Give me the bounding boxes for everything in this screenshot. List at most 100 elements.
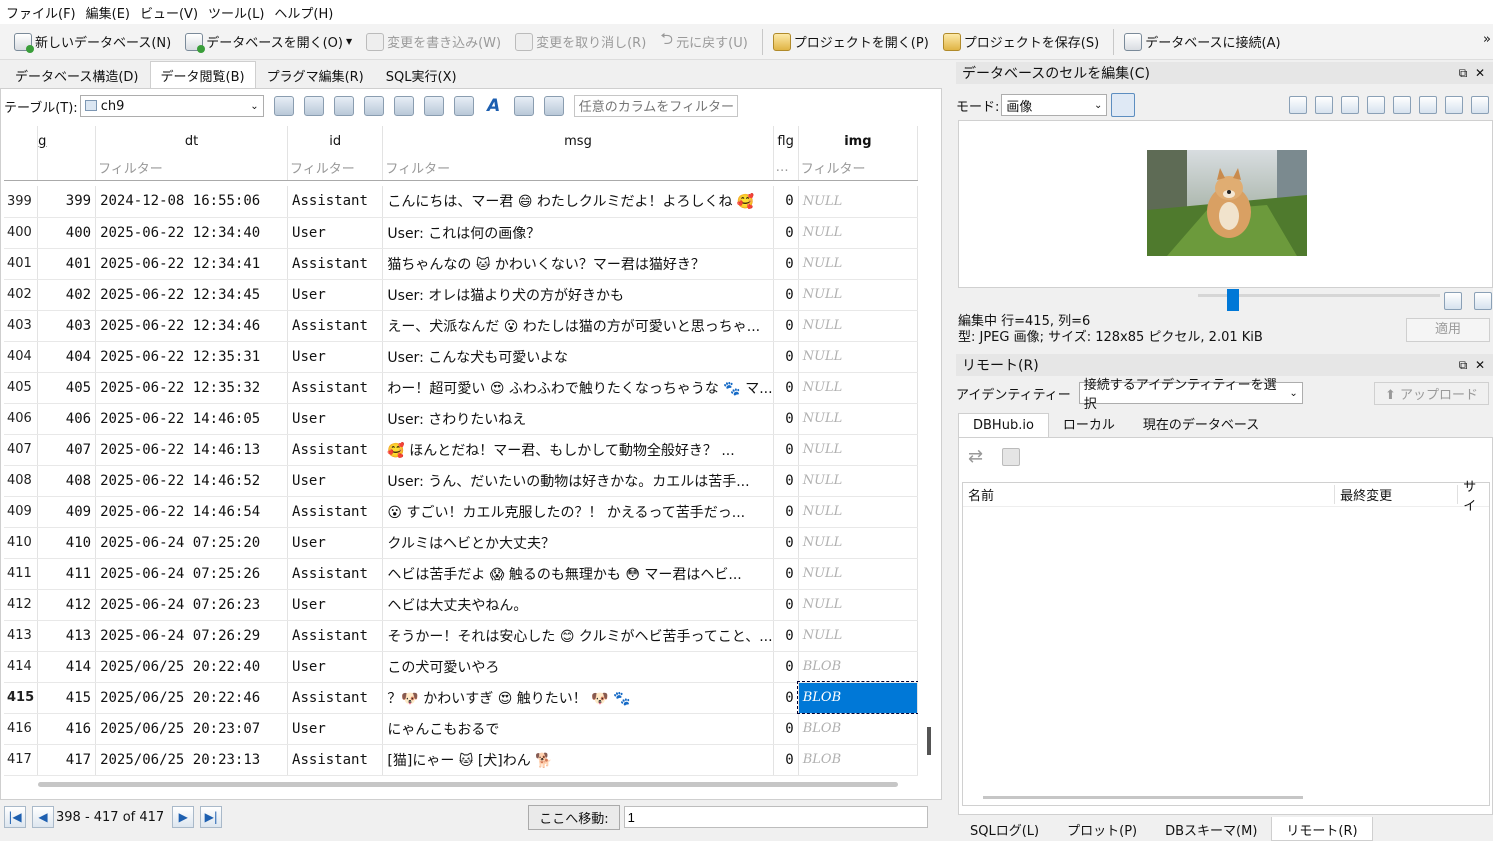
goto-button[interactable]: ここへ移動: bbox=[528, 804, 620, 830]
undo-button[interactable]: ⮌ 元に戻す(U) bbox=[660, 28, 748, 55]
cell-img[interactable]: NULL bbox=[798, 465, 918, 497]
upload-button[interactable]: ⬆ アップロード bbox=[1373, 381, 1489, 405]
table-row[interactable]: 405 405 2025-06-22 12:35:32 Assistant わー！超可愛… bbox=[4, 372, 918, 404]
menu-edit[interactable]: 編集(E) bbox=[86, 3, 140, 22]
cell-msg[interactable]: 🥰 ほんとだね！マー君、もしかして動物全般好き？ ... bbox=[382, 434, 774, 466]
column-header-last-modified[interactable]: 最終変更 bbox=[1335, 485, 1459, 504]
cell-g[interactable]: 403 bbox=[37, 310, 97, 342]
cell-id[interactable]: User bbox=[287, 589, 384, 621]
cell-msg[interactable]: User: これは何の画像？ bbox=[382, 217, 774, 249]
cell-flg[interactable]: 0 bbox=[773, 217, 799, 249]
cell-dt[interactable]: 2025-06-22 12:34:41 bbox=[95, 248, 289, 280]
column-header-dt[interactable]: dt bbox=[95, 126, 289, 156]
first-page-button[interactable]: |◀ bbox=[4, 806, 26, 828]
set-null-icon[interactable] bbox=[1419, 96, 1437, 114]
horizontal-scrollbar[interactable] bbox=[983, 796, 1303, 799]
cell-img[interactable]: NULL bbox=[798, 186, 918, 218]
table-select[interactable]: ch9 ⌄ bbox=[79, 95, 264, 117]
cell-msg[interactable]: User: うん、だいたいの動物は好きかな。カエルは苦手... bbox=[382, 465, 774, 497]
cell-dt[interactable]: 2025/06/25 20:23:13 bbox=[95, 744, 289, 776]
clear-filters-icon[interactable] bbox=[303, 96, 324, 116]
cell-g[interactable]: 409 bbox=[37, 496, 97, 528]
table-row[interactable]: 413 413 2025-06-24 07:26:29 Assistant そうかー！そ… bbox=[4, 620, 918, 652]
cell-msg[interactable]: そうかー！それは安心した 😊 クルミがヘビ苦手ってこと、... bbox=[382, 620, 774, 652]
tab-database-structure[interactable]: データベース構造(D) bbox=[4, 61, 150, 88]
table-row[interactable]: 402 402 2025-06-22 12:34:45 User User: オレは猫よ… bbox=[4, 279, 918, 311]
word-wrap-icon[interactable] bbox=[1315, 96, 1333, 114]
cell-g[interactable]: 415 bbox=[37, 682, 97, 714]
cell-img[interactable]: NULL bbox=[798, 403, 918, 435]
vertical-scrollbar[interactable] bbox=[927, 727, 931, 755]
cell-id[interactable]: Assistant bbox=[287, 248, 384, 280]
cell-id[interactable]: Assistant bbox=[287, 558, 384, 590]
clone-icon[interactable] bbox=[1002, 448, 1020, 466]
cell-id[interactable]: Assistant bbox=[287, 372, 384, 404]
cell-msg[interactable]: クルミはヘビとか大丈夫？ bbox=[382, 527, 774, 559]
connect-database-button[interactable]: データベースに接続(A) bbox=[1124, 32, 1281, 51]
cell-flg[interactable]: 0 bbox=[773, 341, 799, 373]
cell-flg[interactable]: 0 bbox=[773, 434, 799, 466]
menu-tools[interactable]: ツール(L) bbox=[208, 3, 274, 22]
write-changes-button[interactable]: 変更を書き込み(W) bbox=[366, 32, 501, 51]
cell-g[interactable]: 405 bbox=[37, 372, 97, 404]
cell-g[interactable]: 407 bbox=[37, 434, 97, 466]
filter-img[interactable]: フィルター bbox=[798, 156, 918, 181]
open-database-button[interactable]: データベースを開く(O) ▼ bbox=[185, 32, 352, 53]
sort-icon[interactable] bbox=[333, 96, 354, 116]
cell-img[interactable]: BLOB bbox=[798, 651, 918, 683]
cell-img[interactable]: BLOB bbox=[797, 681, 918, 714]
cell-id[interactable]: Assistant bbox=[287, 620, 384, 652]
cell-id[interactable]: Assistant bbox=[287, 744, 384, 776]
menu-file[interactable]: ファイル(F) bbox=[6, 3, 86, 22]
cell-msg[interactable]: ？🐶 かわいすぎ 😍 触りたい！ 🐶 🐾 bbox=[382, 682, 774, 714]
cell-flg[interactable]: 0 bbox=[773, 372, 799, 404]
cell-msg[interactable]: わー！超可愛い 😍 ふわふわで触りたくなっちゃうな 🐾 マ... bbox=[382, 372, 774, 404]
cell-id[interactable]: User bbox=[287, 341, 384, 373]
cell-id[interactable]: Assistant bbox=[287, 496, 384, 528]
cell-dt[interactable]: 2025-06-24 07:26:23 bbox=[95, 589, 289, 621]
cell-img[interactable]: BLOB bbox=[798, 744, 918, 776]
horizontal-scrollbar[interactable] bbox=[38, 782, 898, 787]
column-header-flg[interactable]: flg bbox=[773, 126, 799, 156]
cell-id[interactable]: User bbox=[287, 279, 384, 311]
table-row[interactable]: 407 407 2025-06-22 14:46:13 Assistant 🥰 ほんとだ… bbox=[4, 434, 918, 466]
cell-g[interactable]: 410 bbox=[37, 527, 97, 559]
menu-view[interactable]: ビュー(V) bbox=[140, 3, 208, 22]
cell-dt[interactable]: 2025-06-22 14:46:54 bbox=[95, 496, 289, 528]
tab-current-database[interactable]: 現在のデータベース bbox=[1129, 410, 1273, 437]
cell-img[interactable]: NULL bbox=[798, 279, 918, 311]
cell-dt[interactable]: 2025-06-22 12:35:31 bbox=[95, 341, 289, 373]
filter-msg[interactable]: フィルター bbox=[382, 156, 774, 181]
cell-id[interactable]: Assistant bbox=[287, 682, 384, 714]
cell-dt[interactable]: 2025-06-22 14:46:05 bbox=[95, 403, 289, 435]
toolbar-overflow-button[interactable]: » bbox=[1483, 32, 1491, 47]
font-icon[interactable]: A bbox=[484, 96, 504, 116]
open-project-button[interactable]: プロジェクトを開く(P) bbox=[772, 32, 929, 51]
set-null-icon-2[interactable] bbox=[1445, 96, 1463, 114]
cell-g[interactable]: 404 bbox=[37, 341, 97, 373]
cell-flg[interactable]: 0 bbox=[773, 465, 799, 497]
cell-g[interactable]: 402 bbox=[37, 279, 97, 311]
cell-flg[interactable]: 0 bbox=[773, 589, 799, 621]
cell-flg[interactable]: 0 bbox=[773, 310, 799, 342]
table-row[interactable]: 399 399 2024-12-08 16:55:06 Assistant こんにちは、… bbox=[4, 186, 918, 218]
cell-id[interactable]: User bbox=[287, 713, 384, 745]
insert-record-icon[interactable] bbox=[423, 96, 444, 116]
last-page-button[interactable]: ▶| bbox=[200, 806, 223, 828]
cell-id[interactable]: User bbox=[287, 465, 384, 497]
cell-flg[interactable]: 0 bbox=[773, 713, 799, 745]
cell-msg[interactable]: にゃんこもおるで bbox=[382, 713, 774, 745]
cell-dt[interactable]: 2025/06/25 20:22:46 bbox=[95, 682, 289, 714]
tab-remote[interactable]: リモート(R) bbox=[1271, 817, 1373, 841]
cell-g[interactable]: 417 bbox=[37, 744, 97, 776]
cell-msg[interactable]: えー、犬派なんだ 😮 わたしは猫の方が可愛いと思っちゃ... bbox=[382, 310, 774, 342]
cell-g[interactable]: 408 bbox=[37, 465, 97, 497]
cell-g[interactable]: 401 bbox=[37, 248, 97, 280]
cell-g[interactable]: 413 bbox=[37, 620, 97, 652]
cell-dt[interactable]: 2025/06/25 20:23:07 bbox=[95, 713, 289, 745]
delete-record-icon[interactable] bbox=[453, 96, 474, 116]
cell-id[interactable]: User bbox=[287, 403, 384, 435]
table-row[interactable]: 400 400 2025-06-22 12:34:40 User User: これは何の… bbox=[4, 217, 918, 249]
cell-g[interactable]: 412 bbox=[37, 589, 97, 621]
cell-msg[interactable]: User: さわりたいねえ bbox=[382, 403, 774, 435]
